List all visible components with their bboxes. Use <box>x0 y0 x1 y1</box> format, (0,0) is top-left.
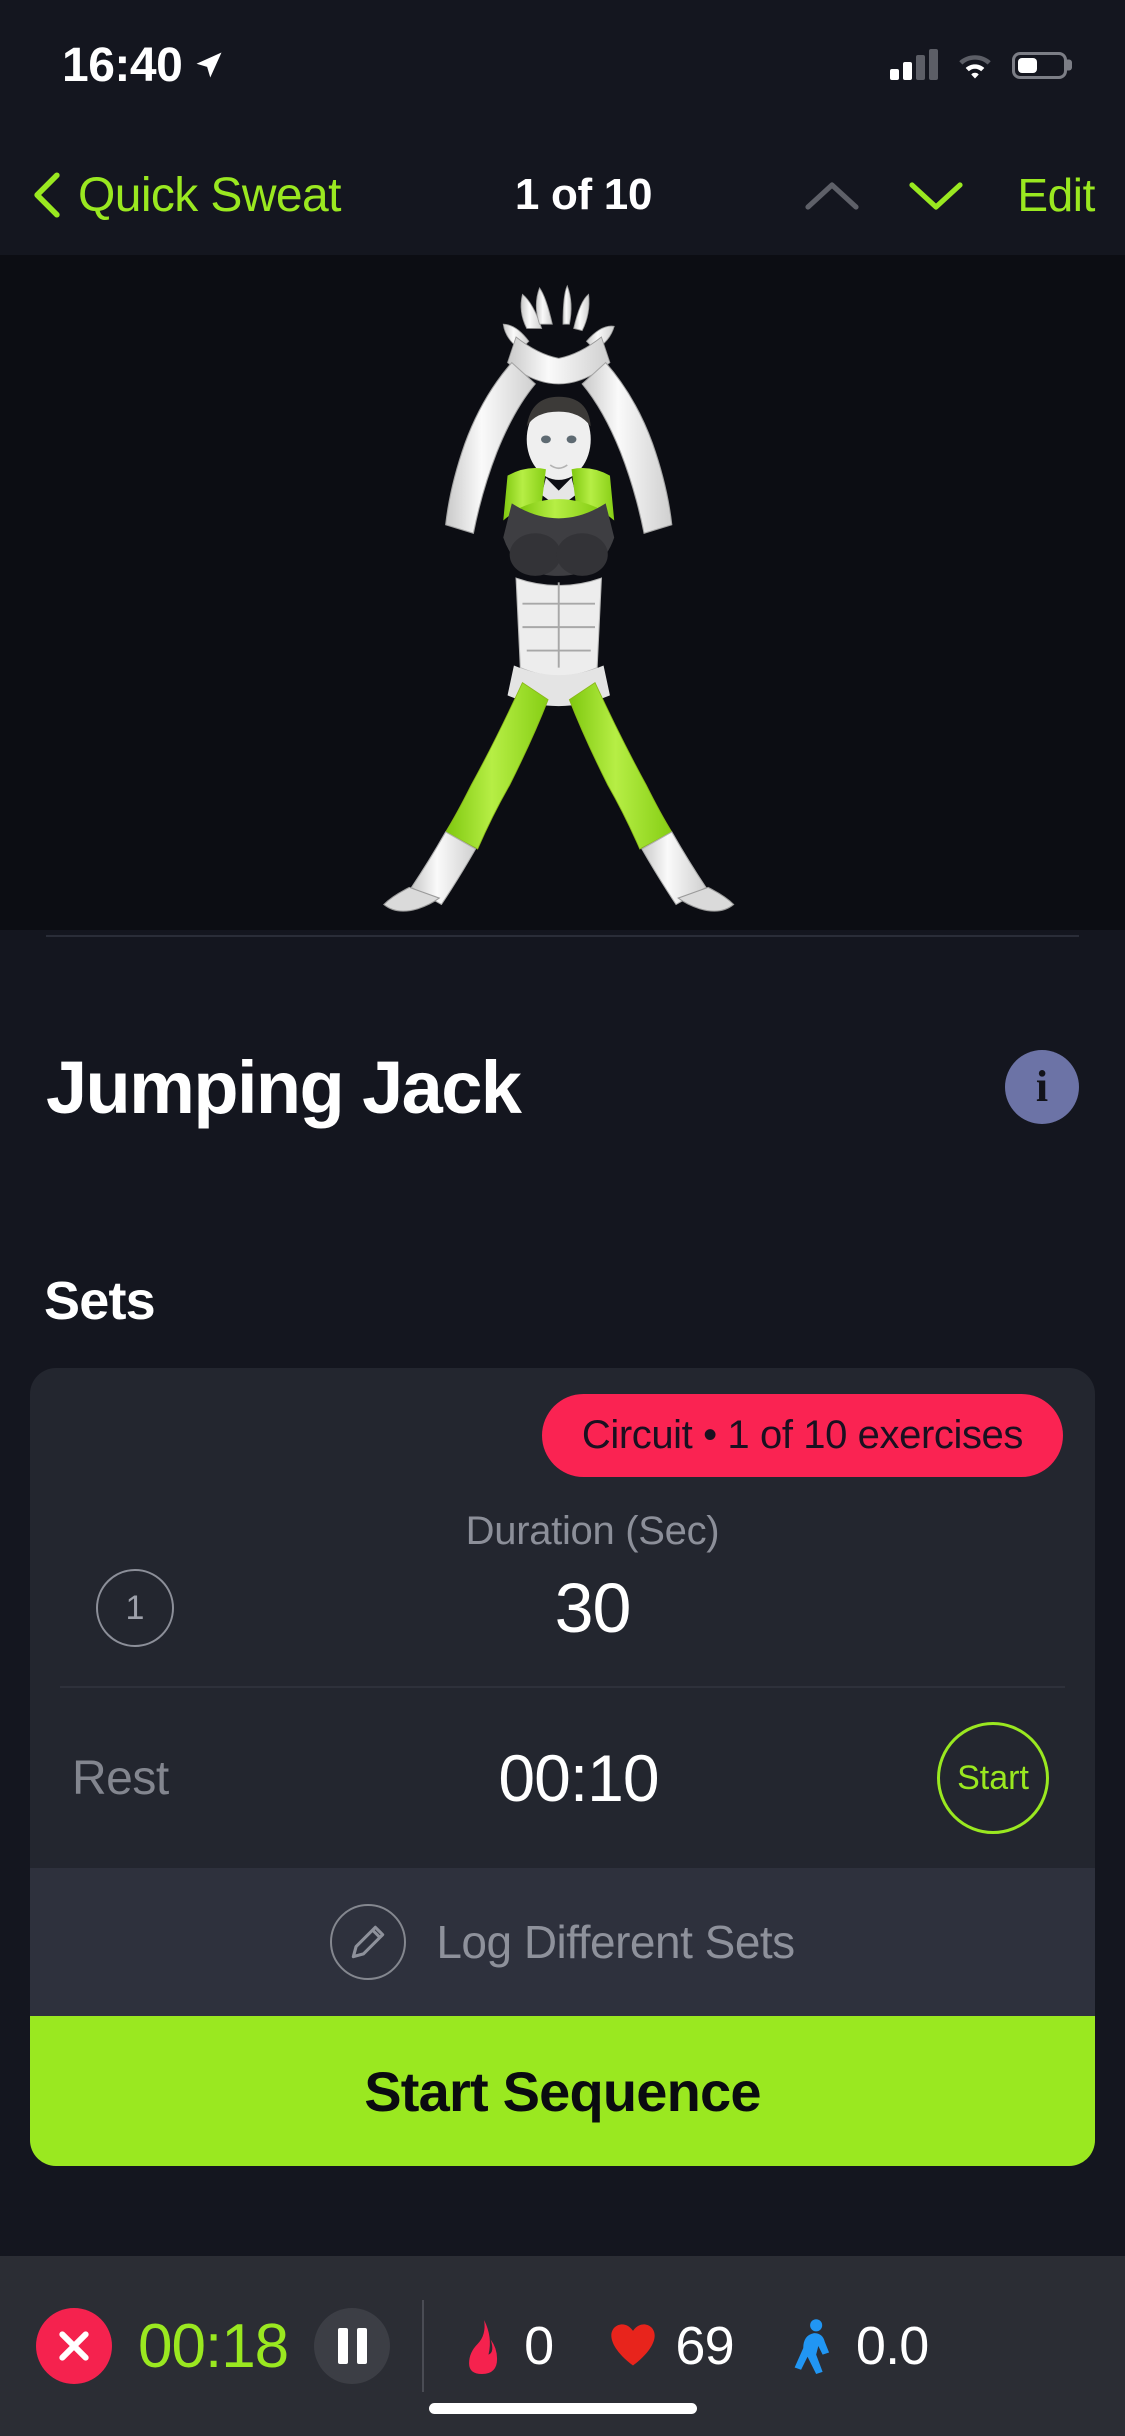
start-sequence-button[interactable]: Start Sequence <box>30 2016 1095 2166</box>
heart-rate-value: 69 <box>675 2316 734 2376</box>
circuit-badge-row: Circuit • 1 of 10 exercises <box>30 1368 1095 1477</box>
chevron-left-icon <box>34 172 60 218</box>
close-workout-button[interactable] <box>36 2308 112 2384</box>
set-number-badge: 1 <box>96 1569 174 1647</box>
pencil-glyph <box>352 1925 385 1959</box>
flame-icon <box>469 2320 498 2374</box>
start-sequence-label: Start Sequence <box>364 2059 761 2123</box>
status-bar-right <box>890 49 1067 80</box>
walking-icon <box>794 2319 829 2374</box>
status-bar: 16:40 <box>0 0 1125 130</box>
navigation-actions: Edit <box>801 164 1095 226</box>
tracker-controls: 00:18 <box>36 2308 391 2384</box>
distance-stat: 0.0 <box>788 2315 929 2377</box>
chevron-up-icon <box>805 182 859 210</box>
log-different-sets-label: Log Different Sets <box>436 1916 795 1968</box>
wifi-icon <box>959 55 991 79</box>
rest-duration-value[interactable]: 00:10 <box>220 1740 937 1816</box>
log-different-sets-button[interactable]: Log Different Sets <box>30 1868 1095 2016</box>
table-row[interactable]: 1 30 <box>30 1554 1095 1686</box>
previous-exercise-button[interactable] <box>801 164 863 226</box>
page-title: Jumping Jack <box>46 1045 522 1129</box>
hero-divider <box>46 935 1079 937</box>
set-duration-value[interactable]: 30 <box>240 1568 945 1648</box>
close-x-icon <box>59 2331 89 2361</box>
workout-elapsed-timer: 00:18 <box>138 2311 289 2381</box>
sets-heading: Sets <box>44 1271 156 1331</box>
chevron-down-icon <box>909 182 963 210</box>
calories-stat: 0 <box>456 2315 554 2377</box>
location-arrow-icon <box>196 52 222 78</box>
calories-value: 0 <box>524 2316 554 2376</box>
pause-button[interactable] <box>314 2308 391 2384</box>
edit-button[interactable]: Edit <box>1017 168 1095 222</box>
set-number-wrap: 1 <box>30 1569 240 1647</box>
cellular-signal-icon <box>890 49 938 80</box>
jumping-jack-anatomy-illustration <box>382 284 734 912</box>
pencil-icon <box>330 1904 407 1980</box>
navigation-bar: Quick Sweat 1 of 10 Edit <box>0 150 1125 240</box>
exercise-illustration <box>0 255 1125 930</box>
back-button[interactable]: Quick Sweat <box>30 168 341 223</box>
duration-column-header: Duration (Sec) <box>465 1509 720 1553</box>
info-glyph: i <box>1035 1062 1049 1111</box>
status-badge: Circuit • 1 of 10 exercises <box>541 1394 1063 1477</box>
battery-icon <box>1012 51 1067 79</box>
rest-row: Rest 00:10 Start <box>30 1688 1095 1868</box>
exercise-title-row: Jumping Jack i <box>46 1022 1079 1152</box>
next-exercise-button[interactable] <box>905 164 967 226</box>
heart-rate-stat: 69 <box>607 2315 735 2377</box>
status-bar-clock: 16:40 <box>62 38 183 92</box>
home-indicator <box>428 2403 697 2414</box>
sets-card: Circuit • 1 of 10 exercises Duration (Se… <box>30 1368 1095 2166</box>
rest-start-button[interactable]: Start <box>937 1722 1049 1834</box>
heart-icon <box>611 2324 656 2366</box>
status-bar-left: 16:40 <box>62 38 224 93</box>
info-icon[interactable]: i <box>1005 1050 1079 1124</box>
distance-value: 0.0 <box>855 2316 929 2376</box>
tracker-stats: 0 69 0.0 <box>456 2315 929 2377</box>
tracker-divider <box>422 2300 425 2392</box>
back-button-label: Quick Sweat <box>78 168 341 222</box>
